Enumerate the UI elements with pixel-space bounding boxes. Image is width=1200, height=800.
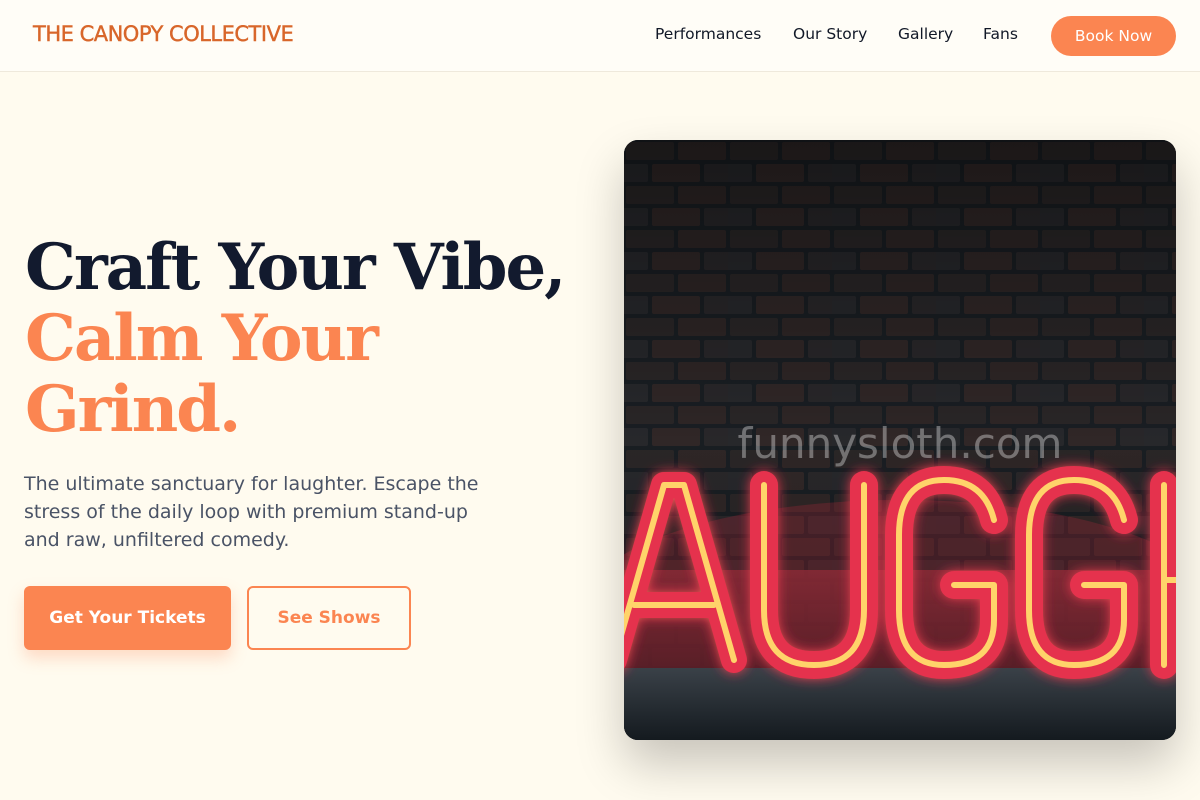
hero-title: Craft Your Vibe, Calm Your Grind.: [25, 232, 585, 445]
brand-logo[interactable]: THE CANOPY COLLECTIVE: [33, 22, 294, 46]
hero-image-neon-sign: funnysloth.com: [624, 140, 1176, 740]
image-watermark: funnysloth.com: [738, 419, 1063, 468]
nav-link-fans[interactable]: Fans: [983, 25, 1018, 43]
nav-link-performances[interactable]: Performances: [655, 25, 761, 43]
book-now-button[interactable]: Book Now: [1051, 16, 1176, 56]
hero-title-line-3: Grind.: [25, 372, 241, 447]
see-shows-button[interactable]: See Shows: [247, 586, 411, 650]
hero-title-line-1: Craft Your Vibe,: [25, 230, 566, 305]
hero-title-line-2: Calm Your: [25, 301, 379, 376]
hero-subtitle: The ultimate sanctuary for laughter. Esc…: [24, 473, 479, 551]
get-tickets-button[interactable]: Get Your Tickets: [24, 586, 231, 650]
nav-link-gallery[interactable]: Gallery: [898, 25, 953, 43]
site-header: THE CANOPY COLLECTIVE Performances Our S…: [0, 0, 1200, 72]
nav-link-our-story[interactable]: Our Story: [793, 25, 867, 43]
neon-sign-illustration: funnysloth.com: [624, 140, 1176, 740]
